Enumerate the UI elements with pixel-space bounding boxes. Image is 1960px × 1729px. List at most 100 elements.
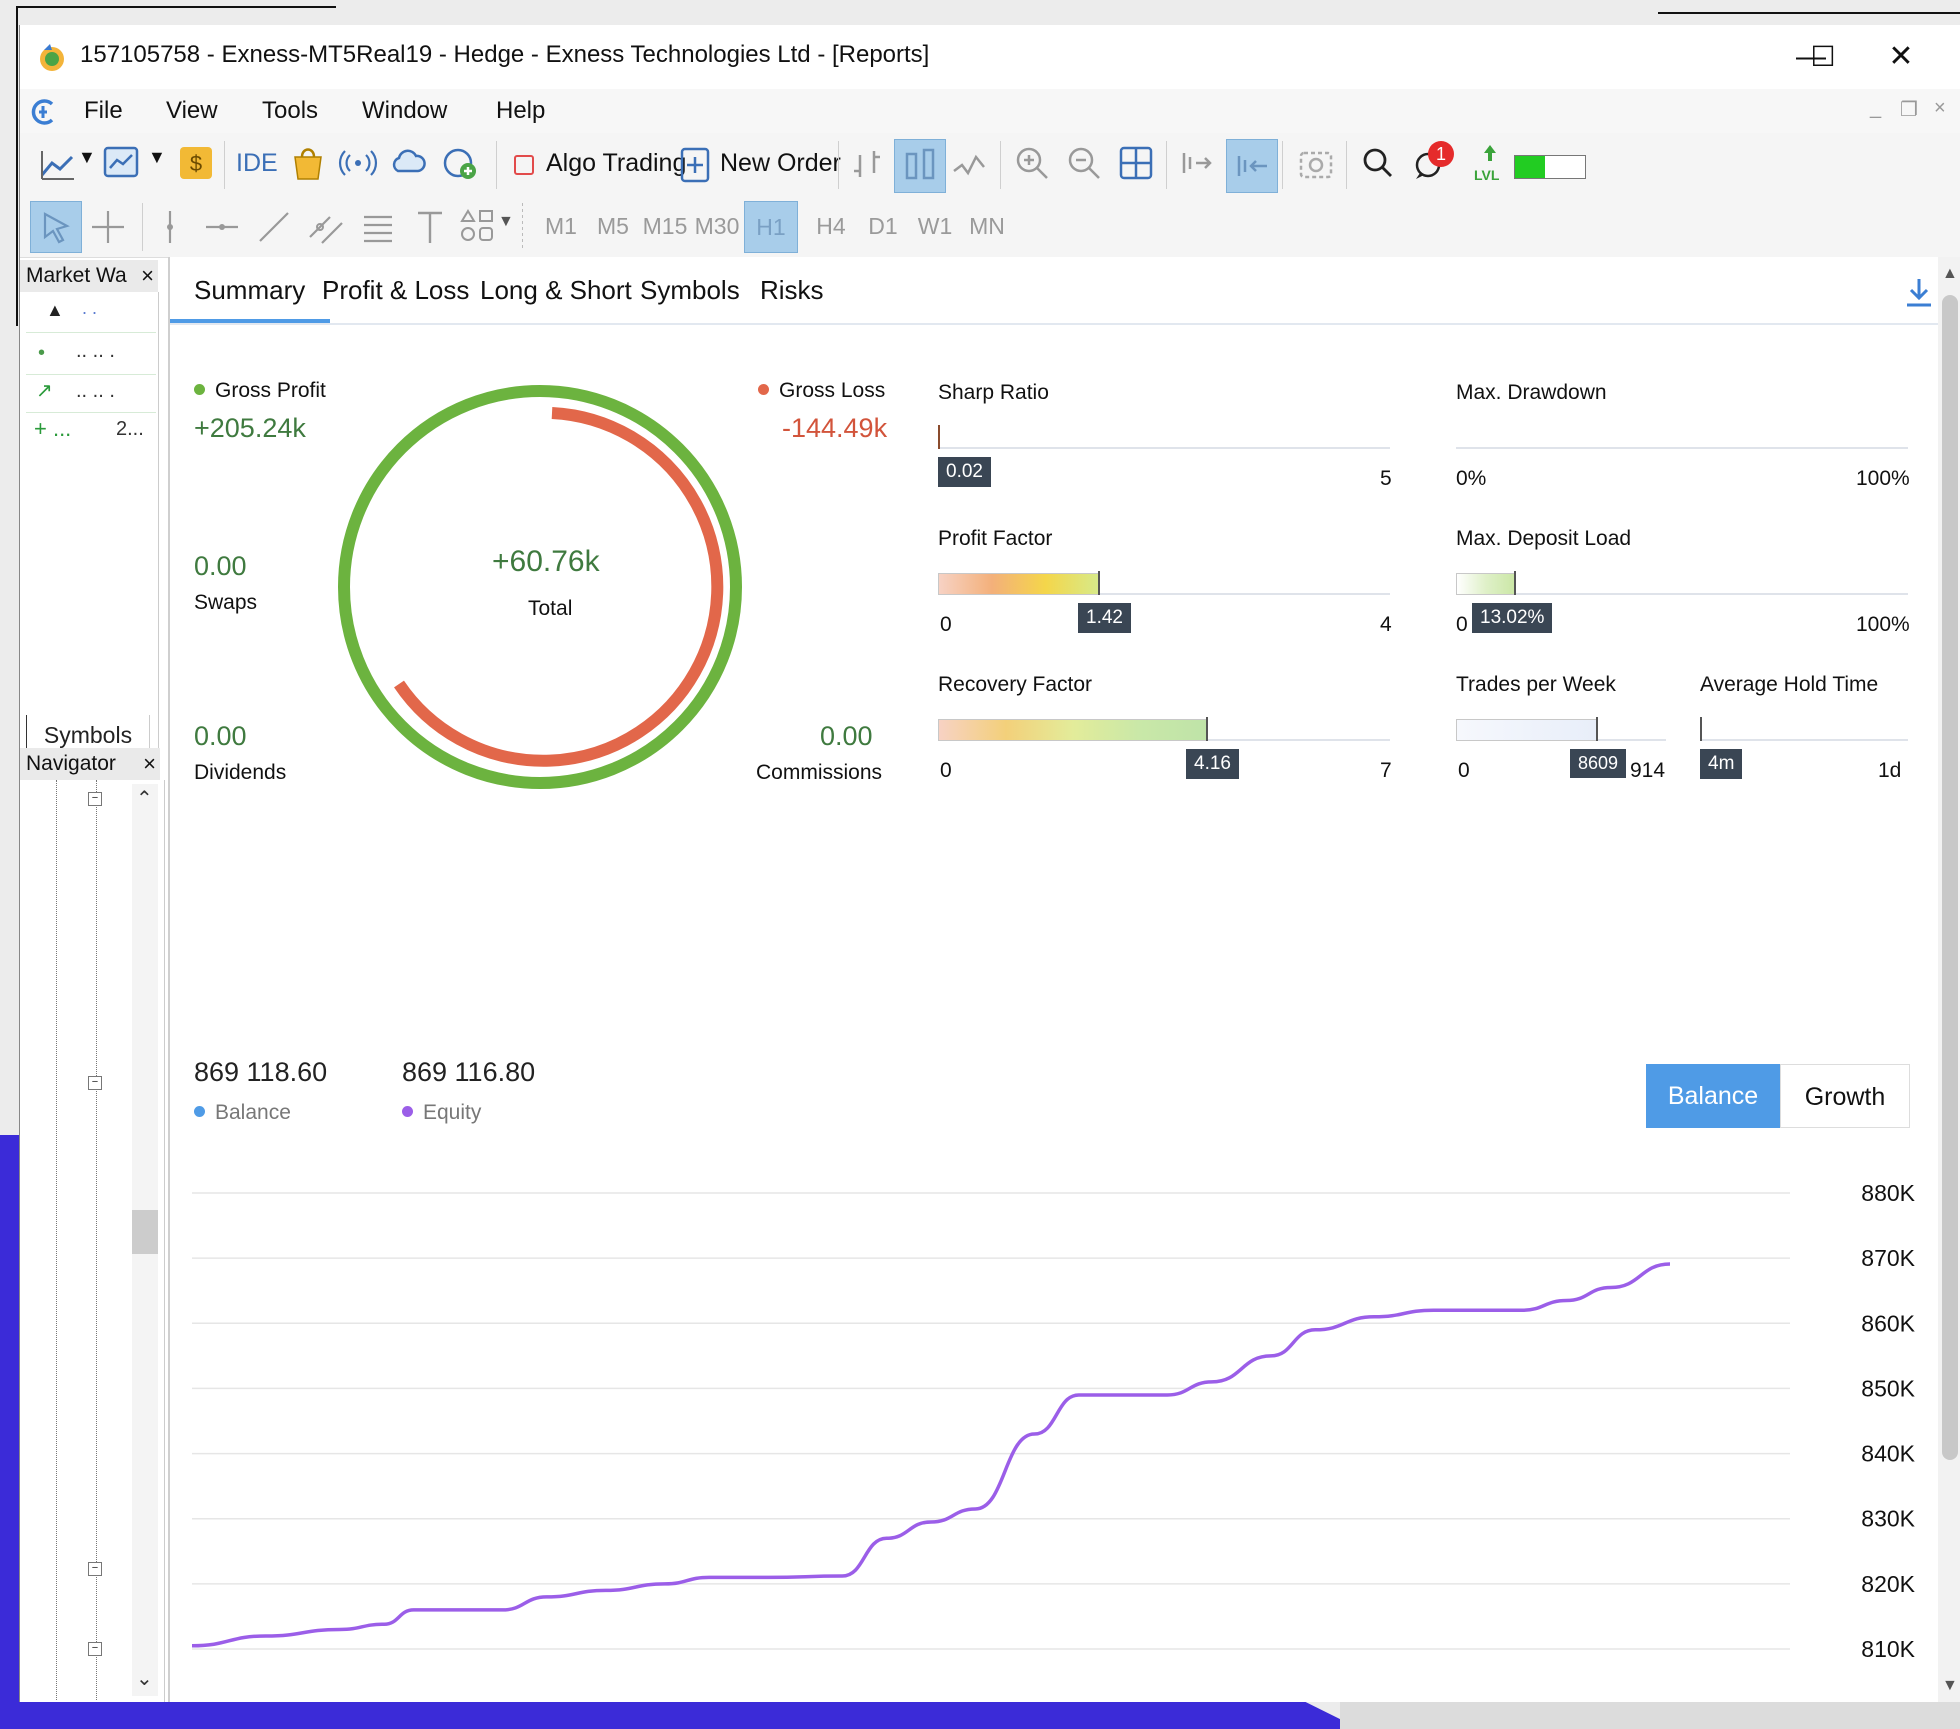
vps-cloud-icon[interactable] [388,143,428,183]
chart-templates-icon[interactable] [102,143,142,183]
connection-bar [1514,155,1586,179]
menu-window[interactable]: Window [362,97,447,125]
tree-collapse-icon[interactable]: − [88,792,102,806]
gross-loss-value: -144.49k [782,413,888,443]
report-scroll-thumb[interactable] [1942,295,1958,1460]
swaps-label: Swaps [194,591,258,614]
max-deposit-load-track [1456,593,1908,595]
chart-line-icon[interactable] [38,145,78,185]
zoom-out-icon[interactable] [1064,143,1104,183]
connection-bar-fill [1515,156,1545,178]
new-order-icon[interactable] [676,145,716,185]
gross-profit-ring [338,385,742,789]
dropdown-arrow-icon[interactable]: ▼ [498,213,514,231]
web-services-icon[interactable] [440,143,480,183]
menu-bar: File View Tools Window Help _ ❐ × [20,89,1960,133]
tree-collapse-icon[interactable]: − [88,1076,102,1090]
tab-profit-loss[interactable]: Profit & Loss [322,275,469,306]
market-watch-row-icon[interactable]: • [38,342,45,365]
balance-toggle-button[interactable]: Balance [1646,1064,1780,1128]
mdi-restore-icon[interactable]: ❐ [1900,97,1918,122]
maximize-button[interactable]: ☐ [1793,35,1853,79]
timeframe-m1[interactable]: M1 [532,201,590,251]
search-icon[interactable] [1358,143,1398,183]
recovery-factor-label: Recovery Factor [938,673,1093,696]
add-symbol-icon[interactable]: + ... [34,416,71,442]
timeframe-h4[interactable]: H4 [802,201,860,251]
download-icon[interactable] [1902,275,1936,309]
bar-chart-mode-icon[interactable] [848,145,888,185]
menu-tools[interactable]: Tools [262,97,318,125]
mdi-minimize-icon[interactable]: _ [1870,97,1881,120]
vertical-line-icon[interactable] [150,207,190,247]
menu-help[interactable]: Help [496,97,545,125]
dollar-icon[interactable]: $ [176,143,216,183]
timeframe-m30[interactable]: M30 [688,201,746,251]
screenshot-icon[interactable] [1296,143,1336,183]
menu-file[interactable]: File [84,97,123,125]
trend-line-icon[interactable] [254,207,294,247]
navigator-close-icon[interactable]: × [143,748,156,780]
market-watch-row-cell: 2... [116,418,144,440]
tile-windows-icon[interactable] [1116,143,1156,183]
new-order-button[interactable]: New Order [720,149,841,178]
horizontal-line-icon[interactable] [202,207,242,247]
timeframe-h1[interactable]: H1 [744,201,798,253]
scroll-up-icon[interactable]: ⌃ [136,786,153,811]
line-chart-mode-icon[interactable] [950,145,990,185]
scroll-up-icon[interactable]: ▲ [1942,265,1958,283]
tree-collapse-icon[interactable]: − [88,1562,102,1576]
candlestick-mode-button[interactable] [894,139,946,193]
close-button[interactable]: ✕ [1871,35,1931,79]
cursor-tool-button[interactable] [30,201,82,253]
toolbar-separator [496,141,497,189]
ide-button[interactable]: IDE [236,149,278,178]
text-tool-icon[interactable] [410,207,450,247]
navigator-scroll-thumb[interactable] [132,1210,158,1254]
scroll-chart-icon[interactable] [1176,143,1216,183]
sort-up-icon[interactable]: ▲ [46,300,64,321]
sharp-ratio-label: Sharp Ratio [938,381,1049,404]
toolbar-separator [1346,141,1347,189]
market-bag-icon[interactable] [288,143,328,183]
crosshair-icon[interactable] [88,207,128,247]
algo-trading-stop-icon[interactable] [514,155,534,175]
average-hold-time-max: 1d [1878,759,1902,782]
recovery-factor-value: 4.16 [1186,749,1239,779]
recovery-factor-max: 7 [1380,759,1392,782]
tab-long-short[interactable]: Long & Short [480,275,632,306]
gross-profit-label: Gross Profit [194,379,326,403]
market-watch-close-icon[interactable]: × [141,260,154,292]
timeframe-w1[interactable]: W1 [906,201,964,251]
dropdown-arrow-icon[interactable]: ▼ [148,147,166,168]
shapes-icon[interactable] [458,207,498,247]
tab-summary[interactable]: Summary [194,275,305,306]
row-divider [26,412,156,413]
timeframe-m5[interactable]: M5 [584,201,642,251]
timeframe-mn[interactable]: MN [958,201,1016,251]
mdi-close-icon[interactable]: × [1934,97,1946,120]
growth-toggle-button[interactable]: Growth [1780,1064,1910,1128]
dropdown-arrow-icon[interactable]: ▼ [78,147,96,168]
commissions-label: Commissions [756,761,883,784]
signals-icon[interactable] [338,143,378,183]
tab-symbols[interactable]: Symbols [640,275,740,306]
title-bar: 157105758 - Exness-MT5Real19 - Hedge - E… [20,25,1960,89]
tree-collapse-icon[interactable]: − [88,1642,102,1656]
channel-icon[interactable] [306,207,346,247]
scroll-down-icon[interactable]: ⌄ [136,1666,153,1691]
market-watch-panel: ▲ . . • .. .. . ↗ .. .. . + ... 2... [26,292,159,752]
zoom-in-icon[interactable] [1012,143,1052,183]
chart-shift-button[interactable] [1226,139,1278,193]
timeframe-d1[interactable]: D1 [854,201,912,251]
market-watch-row-icon[interactable]: ↗ [36,378,53,403]
fibonacci-icon[interactable] [358,207,398,247]
market-watch-row-cell: .. .. . [76,380,115,402]
algo-trading-button[interactable]: Algo Trading [546,149,686,178]
tab-risks[interactable]: Risks [760,275,824,306]
menu-view[interactable]: View [166,97,218,125]
scroll-down-icon[interactable]: ▼ [1942,1677,1958,1695]
timeframe-m15[interactable]: M15 [636,201,694,251]
report-tabs: Summary Profit & Loss Long & Short Symbo… [170,257,1940,325]
navigator-panel: − − − − ⌃ ⌄ [26,780,165,1702]
